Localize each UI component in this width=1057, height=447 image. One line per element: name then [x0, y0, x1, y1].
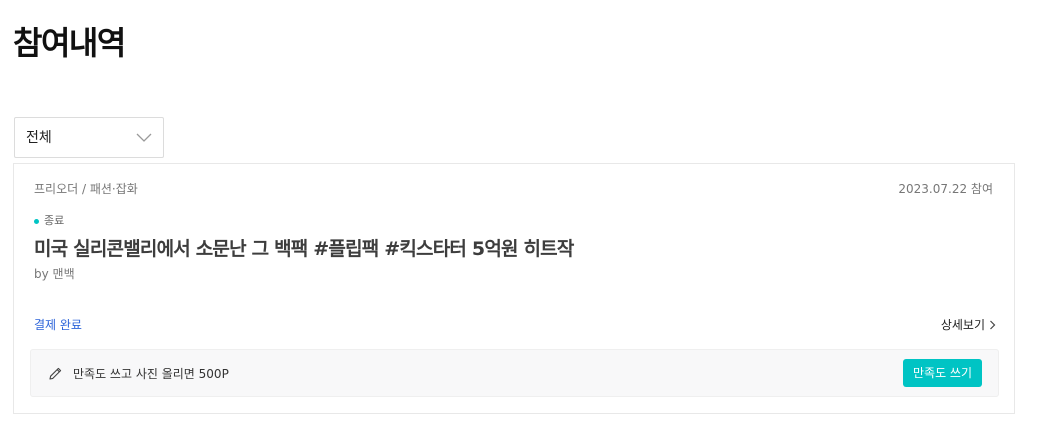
filter-selected-value: 전체 — [26, 130, 52, 146]
pencil-icon — [49, 367, 62, 380]
maker-name: by 맨백 — [34, 267, 75, 281]
status-badge: 종료 — [34, 214, 64, 228]
write-review-button[interactable]: 만족도 쓰기 — [903, 359, 982, 387]
participation-card: 프리오더 / 패션·잡화 2023.07.22 참여 종료 미국 실리콘밸리에서… — [13, 163, 1015, 414]
page-title: 참여내역 — [13, 24, 126, 62]
status-dot — [34, 218, 39, 224]
status-label: 종료 — [44, 214, 65, 227]
participation-history-page: 참여내역 전체 프리오더 / 패션·잡화 2023.07.22 참여 종료 미국… — [0, 0, 1057, 447]
review-prompt-box: 만족도 쓰고 사진 올리면 500P 만족도 쓰기 — [30, 349, 999, 397]
chevron-right-icon — [990, 320, 996, 330]
review-reward-text: 만족도 쓰고 사진 올리면 500P — [73, 367, 229, 381]
chevron-down-icon — [136, 133, 152, 142]
payment-status-link[interactable]: 결제 완료 — [34, 317, 82, 333]
view-details-link[interactable]: 상세보기 — [941, 317, 996, 333]
filter-dropdown[interactable]: 전체 — [14, 117, 164, 158]
participation-date: 2023.07.22 참여 — [898, 182, 993, 196]
project-category: 프리오더 / 패션·잡화 — [34, 182, 138, 196]
project-title[interactable]: 미국 실리콘밸리에서 소문난 그 백팩 #플립팩 #킥스타터 5억원 히트작 — [34, 237, 574, 261]
view-details-label: 상세보기 — [940, 318, 985, 332]
